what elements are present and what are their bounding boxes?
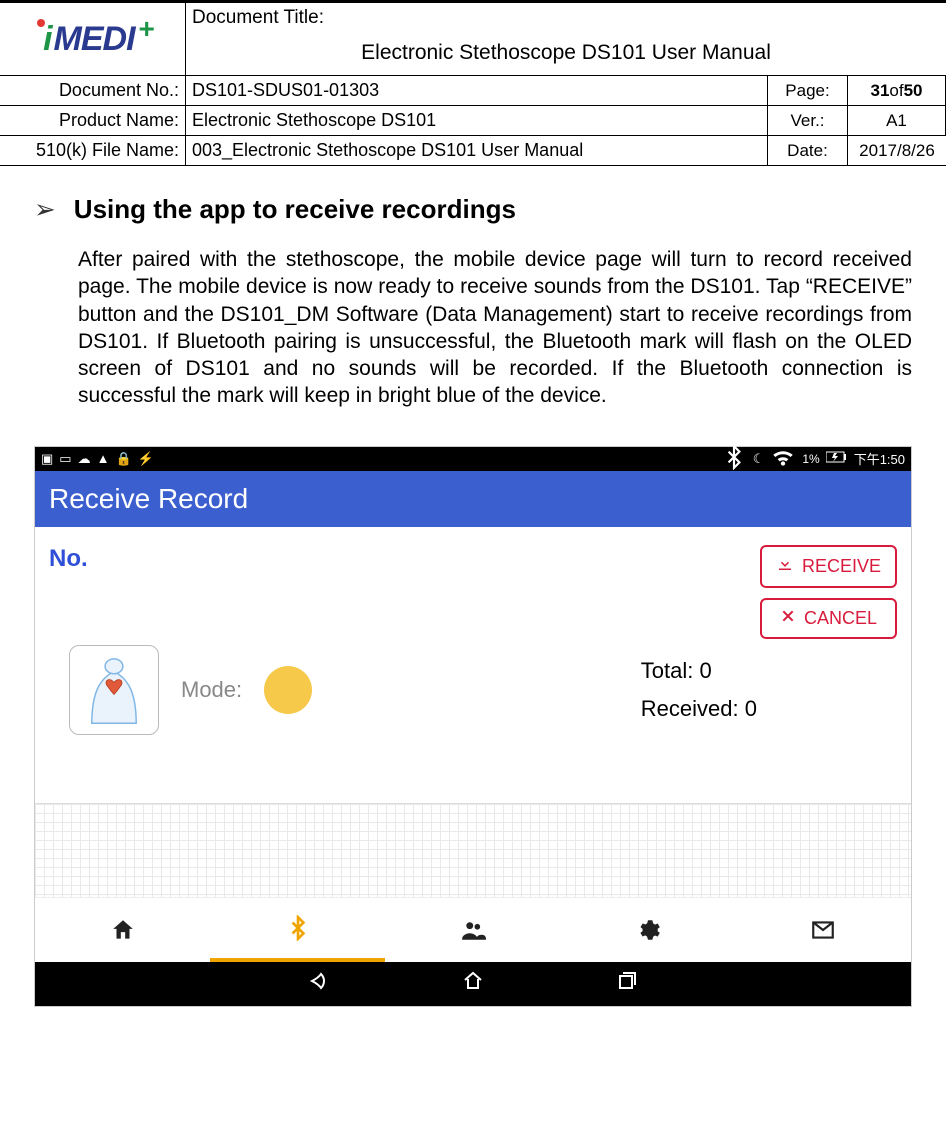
waveform-grid bbox=[35, 803, 911, 897]
status-cloud-icon: ☁ bbox=[78, 451, 91, 467]
total-value: 0 bbox=[700, 658, 712, 683]
status-image-icon: ▭ bbox=[59, 451, 71, 467]
file-value: 003_Electronic Stethoscope DS101 User Ma… bbox=[186, 135, 768, 165]
status-left: ▣ ▭ ☁ ▲ 🔒 ⚡ bbox=[41, 451, 154, 467]
action-buttons: RECEIVE CANCEL bbox=[760, 545, 897, 639]
product-value: Electronic Stethoscope DS101 bbox=[186, 105, 768, 135]
logo-text-i: i bbox=[43, 20, 51, 59]
mode-indicator-icon[interactable] bbox=[264, 666, 312, 714]
imedi-logo: i MEDI + bbox=[33, 20, 152, 59]
status-moon-icon: ☾ bbox=[753, 451, 765, 467]
document-header: i MEDI + Document Title: Electronic Stet… bbox=[0, 3, 946, 166]
status-app-icon: ▣ bbox=[41, 451, 53, 467]
docno-value: DS101-SDUS01-01303 bbox=[186, 75, 768, 105]
logo-plus-icon: + bbox=[139, 13, 154, 45]
tab-settings[interactable] bbox=[561, 898, 736, 962]
mode-label: Mode: bbox=[181, 677, 242, 703]
date-value: 2017/8/26 bbox=[848, 135, 946, 165]
status-plug-icon: ⚡ bbox=[138, 451, 154, 467]
tab-bluetooth[interactable] bbox=[210, 898, 385, 962]
tab-users[interactable] bbox=[385, 898, 560, 962]
section-heading: Using the app to receive recordings bbox=[74, 194, 516, 225]
document-content: ➢ Using the app to receive recordings Af… bbox=[0, 166, 946, 1007]
tab-home[interactable] bbox=[35, 898, 210, 962]
page-label: Page: bbox=[768, 75, 848, 105]
record-info-row: Mode: Total: 0 Received: 0 bbox=[49, 645, 897, 735]
status-warning-icon: ▲ bbox=[97, 451, 110, 466]
date-label: Date: bbox=[768, 135, 848, 165]
logo-text-rest: MEDI bbox=[54, 20, 135, 59]
receive-button[interactable]: RECEIVE bbox=[760, 545, 897, 588]
file-label: 510(k) File Name: bbox=[0, 135, 186, 165]
received-label: Received: bbox=[641, 696, 745, 721]
section-paragraph: After paired with the stethoscope, the m… bbox=[78, 246, 912, 410]
cancel-button-label: CANCEL bbox=[804, 608, 877, 629]
page-of: of bbox=[889, 81, 903, 101]
status-battery-pct: 1% bbox=[802, 452, 819, 466]
counts: Total: 0 Received: 0 bbox=[641, 652, 757, 727]
bullet-icon: ➢ bbox=[34, 194, 56, 225]
phone-screenshot: ▣ ▭ ☁ ▲ 🔒 ⚡ ☾ 1% bbox=[34, 446, 912, 1007]
system-nav-bar bbox=[35, 962, 911, 1006]
document-title-label: Document Title: bbox=[192, 7, 940, 29]
app-body: No. RECEIVE CANCEL bbox=[35, 527, 911, 787]
cancel-button[interactable]: CANCEL bbox=[760, 598, 897, 639]
app-bar-title: Receive Record bbox=[49, 483, 248, 514]
tab-messages[interactable] bbox=[736, 898, 911, 962]
total-row: Total: 0 bbox=[641, 652, 757, 689]
received-row: Received: 0 bbox=[641, 690, 757, 727]
page-value: 31 of 50 bbox=[848, 75, 946, 105]
title-cell: Document Title: Electronic Stethoscope D… bbox=[186, 3, 946, 75]
ver-value: A1 bbox=[848, 105, 946, 135]
download-icon bbox=[776, 555, 794, 578]
status-bluetooth-icon bbox=[721, 444, 747, 473]
app-bar: Receive Record bbox=[35, 471, 911, 527]
sys-back-button[interactable] bbox=[307, 969, 331, 999]
section-heading-row: ➢ Using the app to receive recordings bbox=[34, 194, 912, 225]
logo-cell: i MEDI + bbox=[0, 3, 186, 75]
document-title-value: Electronic Stethoscope DS101 User Manual bbox=[192, 41, 940, 65]
close-icon bbox=[780, 608, 796, 629]
sys-recent-button[interactable] bbox=[615, 969, 639, 999]
received-value: 0 bbox=[745, 696, 757, 721]
ver-label: Ver.: bbox=[768, 105, 848, 135]
total-label: Total: bbox=[641, 658, 700, 683]
status-bar: ▣ ▭ ☁ ▲ 🔒 ⚡ ☾ 1% bbox=[35, 447, 911, 471]
status-time: 下午1:50 bbox=[854, 449, 905, 468]
sys-home-button[interactable] bbox=[461, 969, 485, 999]
status-right: ☾ 1% 下午1:50 bbox=[721, 444, 905, 473]
status-battery-icon bbox=[826, 451, 848, 466]
receive-button-label: RECEIVE bbox=[802, 556, 881, 577]
body-position-icon[interactable] bbox=[69, 645, 159, 735]
product-label: Product Name: bbox=[0, 105, 186, 135]
docno-label: Document No.: bbox=[0, 75, 186, 105]
page-current: 31 bbox=[870, 81, 889, 101]
bottom-nav bbox=[35, 897, 911, 962]
page-total: 50 bbox=[904, 81, 923, 101]
status-wifi-icon bbox=[770, 444, 796, 473]
status-lock-icon: 🔒 bbox=[115, 451, 131, 467]
